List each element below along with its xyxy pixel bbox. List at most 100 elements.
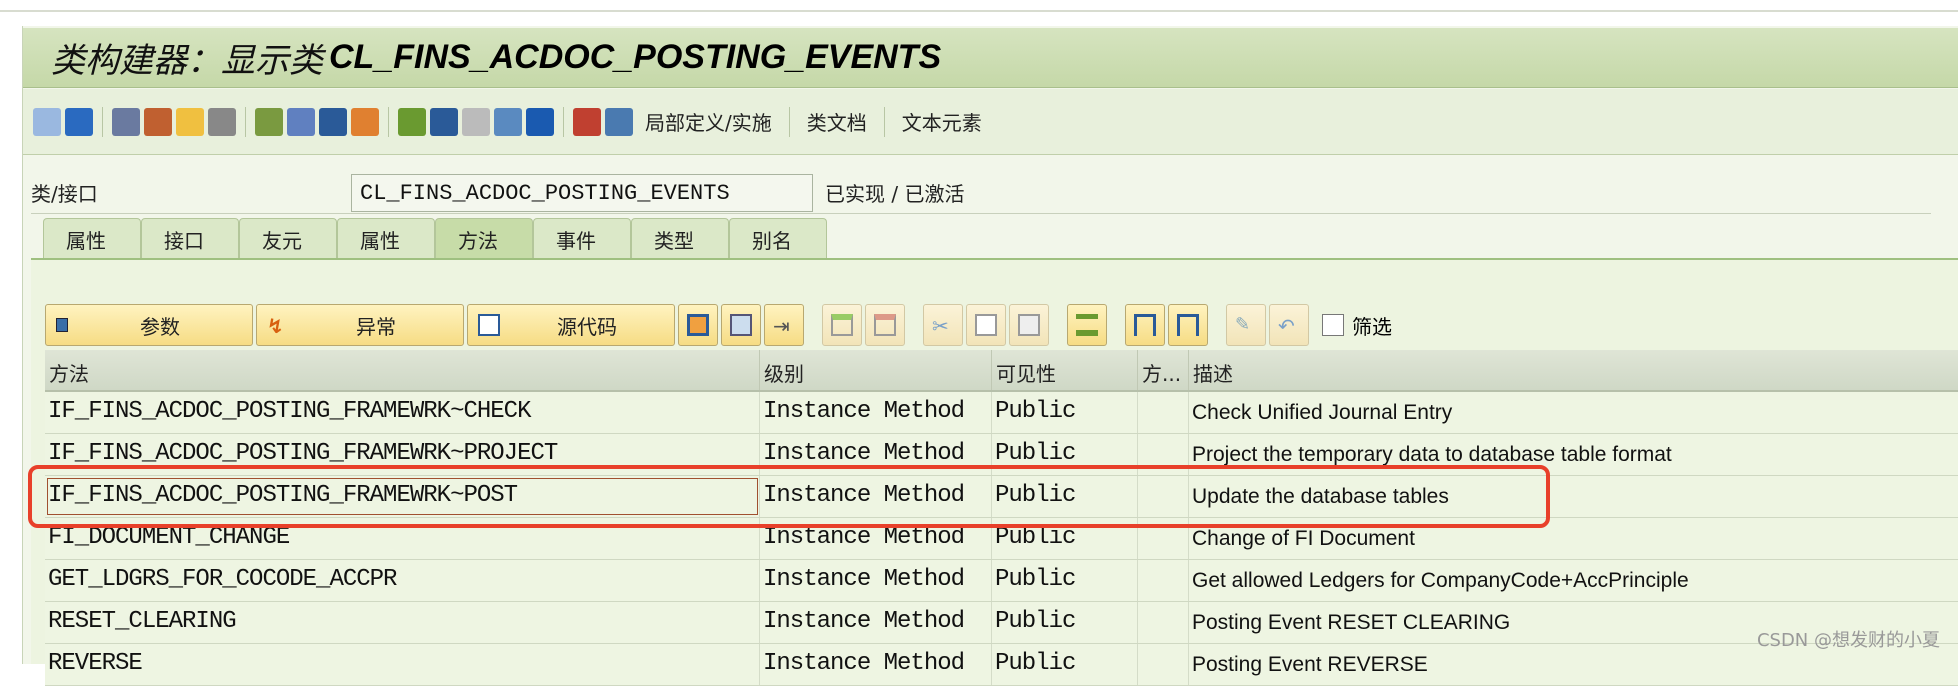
table-row[interactable]: REVERSE Instance Method Public Posting Even…	[45, 644, 1958, 686]
methods-panel: 参数 ↯ 异常 源代码 ⇥ ✂ ✎ ↶ 筛选 方法 级别 可见性 方... 描述…	[31, 258, 1958, 686]
cell-visibility[interactable]: Public	[992, 644, 1138, 685]
filter-checkbox[interactable]	[1322, 314, 1344, 336]
insert-row-button[interactable]	[822, 304, 862, 346]
windows-icon	[730, 314, 752, 336]
copy-icon	[975, 314, 997, 336]
cell-method-type[interactable]	[1138, 560, 1189, 601]
column-header-level[interactable]: 级别	[760, 350, 992, 390]
binoculars-icon	[1134, 314, 1156, 336]
info-icon[interactable]	[526, 107, 554, 136]
top-divider	[0, 10, 1958, 12]
filter-label: 筛选	[1352, 314, 1392, 339]
application-toolbar: 局部定义/实施 类文档 文本元素	[23, 89, 1958, 155]
cell-visibility[interactable]: Public	[992, 602, 1138, 643]
tab-6[interactable]: 类型	[631, 218, 729, 258]
document-icon[interactable]	[605, 107, 633, 136]
display-change-icon[interactable]	[144, 107, 172, 136]
where-used-icon[interactable]	[208, 107, 236, 136]
copy-button[interactable]	[966, 304, 1006, 346]
back-icon[interactable]	[33, 107, 61, 136]
cell-level[interactable]: Instance Method	[760, 644, 992, 685]
cut-button[interactable]: ✂	[923, 304, 963, 346]
table-row[interactable]: RESET_CLEARING Instance Method Public Posti…	[45, 602, 1958, 644]
tab-strip: 属性 接口 友元 属性 方法 事件 类型 别名	[43, 218, 827, 258]
toolbar-separator	[788, 106, 790, 137]
copy-window-button[interactable]	[721, 304, 761, 346]
column-header-method-type[interactable]: 方...	[1138, 350, 1189, 390]
activate-icon[interactable]	[176, 107, 204, 136]
toolbar-separator	[245, 106, 246, 137]
table-body: IF_FINS_ACDOC_POSTING_FRAMEWRK~CHECK Inst…	[45, 392, 1958, 686]
object-list-icon[interactable]	[255, 107, 283, 136]
paste-icon	[1018, 314, 1040, 336]
tab-7[interactable]: 别名	[729, 218, 827, 258]
tab-0[interactable]: 属性	[43, 218, 141, 258]
stack-icon[interactable]	[430, 107, 458, 136]
navigate-icon[interactable]	[351, 107, 379, 136]
tab-1[interactable]: 接口	[141, 218, 239, 258]
edit-button[interactable]: ✎	[1226, 304, 1266, 346]
toolbar-separator	[883, 106, 885, 137]
bracket-icon	[687, 314, 709, 336]
class-interface-field[interactable]: CL_FINS_ACDOC_POSTING_EVENTS	[351, 173, 813, 212]
export-button[interactable]: ⇥	[764, 304, 804, 346]
title-class-name: CL_FINS_ACDOC_POSTING_EVENTS	[329, 38, 942, 76]
list-icon[interactable]	[462, 107, 490, 136]
magic-wand-icon[interactable]	[287, 107, 315, 136]
cell-description[interactable]: Get allowed Ledgers for CompanyCode+AccP…	[1189, 560, 1958, 601]
toolbar-separator	[563, 106, 564, 137]
other-object-icon[interactable]	[112, 107, 140, 136]
sort-button[interactable]	[1067, 304, 1107, 346]
stack-icon	[1076, 314, 1098, 336]
column-header-method[interactable]: 方法	[45, 350, 760, 390]
table-row[interactable]: GET_LDGRS_FOR_COCODE_ACCPR Instance Metho…	[45, 560, 1958, 602]
cell-method-type[interactable]	[1138, 392, 1189, 433]
exception-icon: ↯	[267, 314, 284, 338]
cell-method-type[interactable]	[1138, 644, 1189, 685]
tab-3[interactable]: 属性	[337, 218, 435, 258]
text-elements-button[interactable]: 文本元素	[902, 107, 982, 136]
cell-description[interactable]: Check Unified Journal Entry	[1189, 392, 1958, 433]
cell-level[interactable]: Instance Method	[760, 602, 992, 643]
clamp-icon[interactable]	[319, 107, 347, 136]
title-prefix: 类构建器：显示类	[51, 41, 323, 81]
filter-icon[interactable]	[494, 107, 522, 136]
cell-visibility[interactable]: Public	[992, 392, 1138, 433]
watermark: CSDN @想发财的小夏	[1756, 630, 1940, 651]
toolbar-separator	[388, 106, 389, 137]
undo-button[interactable]: ↶	[1269, 304, 1309, 346]
cell-method[interactable]: RESET_CLEARING	[45, 602, 760, 643]
class-status: 已实现 / 已激活	[825, 182, 965, 206]
local-types-icon[interactable]	[573, 107, 601, 136]
paste-button[interactable]	[1009, 304, 1049, 346]
cell-method-type[interactable]	[1138, 602, 1189, 643]
hierarchy-icon[interactable]	[398, 107, 426, 136]
table-header: 方法 级别 可见性 方... 描述	[45, 350, 1958, 392]
navigate-button[interactable]	[678, 304, 718, 346]
tab-5[interactable]: 事件	[533, 218, 631, 258]
source-code-button[interactable]: 源代码	[467, 304, 675, 346]
forward-icon[interactable]	[65, 107, 93, 136]
cell-level[interactable]: Instance Method	[760, 392, 992, 433]
exceptions-button[interactable]: ↯ 异常	[256, 304, 464, 346]
cell-method[interactable]: REVERSE	[45, 644, 760, 685]
class-documentation-button[interactable]: 类文档	[807, 107, 867, 136]
local-definitions-button[interactable]: 局部定义/实施	[645, 107, 772, 136]
column-header-description[interactable]: 描述	[1189, 350, 1958, 390]
find-button[interactable]	[1125, 304, 1165, 346]
parameters-button[interactable]: 参数	[45, 304, 253, 346]
highlight-annotation	[28, 465, 1550, 528]
cell-method[interactable]: GET_LDGRS_FOR_COCODE_ACCPR	[45, 560, 760, 601]
find-next-button[interactable]	[1168, 304, 1208, 346]
tab-4[interactable]: 方法	[435, 218, 533, 258]
cell-level[interactable]: Instance Method	[760, 560, 992, 601]
cell-visibility[interactable]: Public	[992, 560, 1138, 601]
column-header-visibility[interactable]: 可见性	[992, 350, 1138, 390]
source-code-icon	[478, 314, 500, 336]
title-bar: 类构建器：显示类 CL_FINS_ACDOC_POSTING_EVENTS	[23, 28, 1958, 88]
cell-method[interactable]: IF_FINS_ACDOC_POSTING_FRAMEWRK~CHECK	[45, 392, 760, 433]
delete-row-button[interactable]	[865, 304, 905, 346]
binoculars-plus-icon	[1177, 314, 1199, 336]
table-row[interactable]: IF_FINS_ACDOC_POSTING_FRAMEWRK~CHECK Inst…	[45, 392, 1958, 434]
tab-2[interactable]: 友元	[239, 218, 337, 258]
